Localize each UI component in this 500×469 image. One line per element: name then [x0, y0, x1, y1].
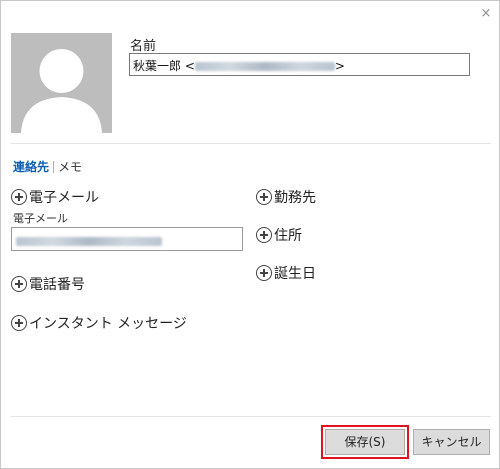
name-field[interactable]: 秋葉一郎 < >: [129, 53, 470, 76]
add-im-label: インスタント メッセージ: [29, 316, 187, 332]
cancel-button[interactable]: キャンセル: [413, 429, 490, 455]
divider: [11, 143, 491, 144]
plus-circle-icon: [11, 189, 27, 205]
tab-memo[interactable]: メモ: [58, 158, 82, 175]
redacted-email: [194, 62, 335, 71]
add-email-label: 電子メール: [29, 190, 99, 206]
add-address-button[interactable]: 住所: [256, 225, 302, 245]
tab-bar: 連絡先 メモ: [13, 158, 82, 175]
add-birthday-label: 誕生日: [274, 266, 316, 282]
add-workplace-button[interactable]: 勤務先: [256, 187, 316, 207]
edit-contact-dialog: × 名前 秋葉一郎 < > 連絡先 メモ 電子メール 電子メール 電話番号 インス…: [0, 0, 500, 469]
add-im-button[interactable]: インスタント メッセージ: [11, 313, 187, 333]
email-field[interactable]: [11, 227, 243, 251]
add-address-label: 住所: [274, 228, 302, 244]
redacted-email: [16, 237, 162, 246]
email-field-label: 電子メール: [13, 212, 68, 225]
person-silhouette-icon: [21, 49, 102, 133]
name-label: 名前: [130, 39, 157, 54]
footer-divider: [11, 416, 491, 417]
plus-circle-icon: [256, 265, 272, 281]
plus-circle-icon: [256, 189, 272, 205]
name-value-end: >: [334, 59, 345, 73]
plus-circle-icon: [11, 276, 27, 292]
plus-circle-icon: [11, 315, 27, 331]
name-value: 秋葉一郎 <: [133, 59, 195, 73]
add-phone-label: 電話番号: [29, 277, 85, 293]
add-email-button[interactable]: 電子メール: [11, 187, 99, 207]
tab-separator: [53, 160, 55, 173]
save-button[interactable]: 保存(S): [321, 425, 409, 459]
add-phone-button[interactable]: 電話番号: [11, 274, 85, 294]
close-icon[interactable]: ×: [479, 7, 493, 21]
avatar[interactable]: [11, 33, 112, 133]
plus-circle-icon: [256, 227, 272, 243]
tab-contact[interactable]: 連絡先: [13, 158, 49, 175]
add-workplace-label: 勤務先: [274, 190, 316, 206]
add-birthday-button[interactable]: 誕生日: [256, 263, 316, 283]
